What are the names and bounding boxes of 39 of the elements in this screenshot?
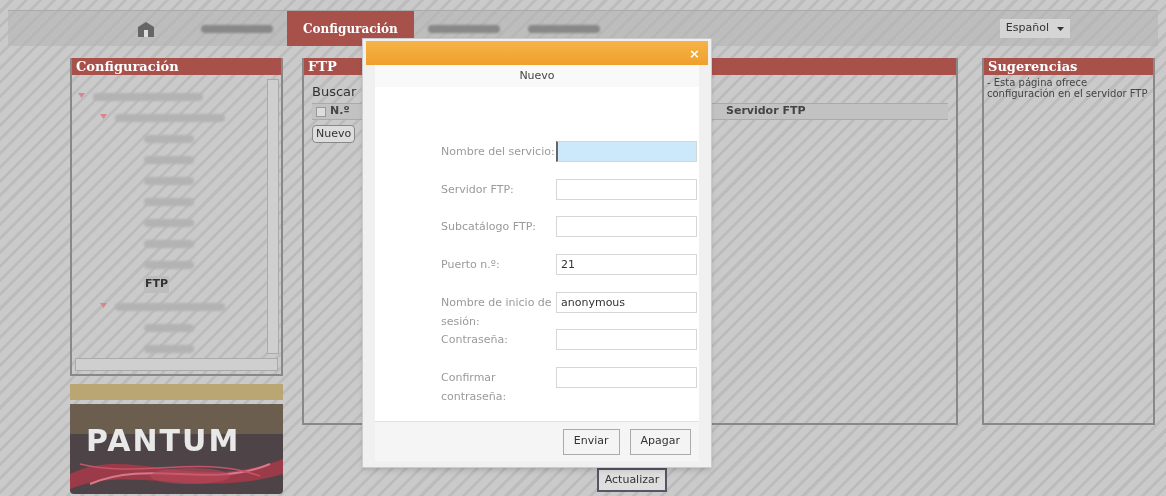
column-header: N.º [330,103,350,120]
field-label: Nombre de inicio de sesión: [441,294,553,330]
field-label: Puerto n.º: [441,257,501,274]
horizontal-scrollbar[interactable] [75,358,278,371]
blurred-tab[interactable] [201,24,273,33]
dialog-button[interactable]: Enviar [562,428,620,455]
input-field[interactable] [556,141,697,162]
tree-item[interactable]: FTP [144,276,170,293]
input-field[interactable]: anonymous [556,291,697,313]
hint-text: - Esta página ofrece configuración en el servidor FTP [986,76,1149,99]
logo-text: PANTUM [86,426,241,456]
expand-triangle-icon[interactable] [78,92,85,99]
field-label: Nombre del servicio: [441,144,556,160]
panel-header: Configuración [72,58,281,75]
caret-icon [1057,26,1064,31]
expand-triangle-icon[interactable] [100,302,107,309]
blurred-tab[interactable] [527,24,600,33]
input-field[interactable] [556,178,697,200]
input-field[interactable]: 21 [556,254,697,276]
dialog-subheader: Nuevo [375,65,699,87]
expand-triangle-icon[interactable] [100,113,107,120]
vertical-scrollbar[interactable] [267,79,279,354]
update-button[interactable]: Actualizar [596,468,668,492]
panel-header: Sugerencias [984,58,1153,75]
new-button[interactable]: Nuevo [312,125,356,143]
input-field[interactable] [556,329,697,351]
language-select[interactable]: Español [999,19,1070,38]
field-label: Confirmar contraseña: [441,370,508,405]
input-field[interactable] [556,367,697,389]
field-label: Subcatálogo FTP: [441,219,537,236]
column-header: Servidor FTP [726,103,806,120]
dialog-button[interactable]: Apagar [629,428,691,455]
nav-tab[interactable]: Configuración [287,11,414,46]
field-label: Servidor FTP: [441,181,515,198]
checkbox[interactable] [316,106,326,117]
input-field[interactable] [556,216,697,238]
search-label: Buscar [312,84,357,99]
field-label: Contraseña: [441,332,509,349]
blurred-tab[interactable] [427,24,500,33]
